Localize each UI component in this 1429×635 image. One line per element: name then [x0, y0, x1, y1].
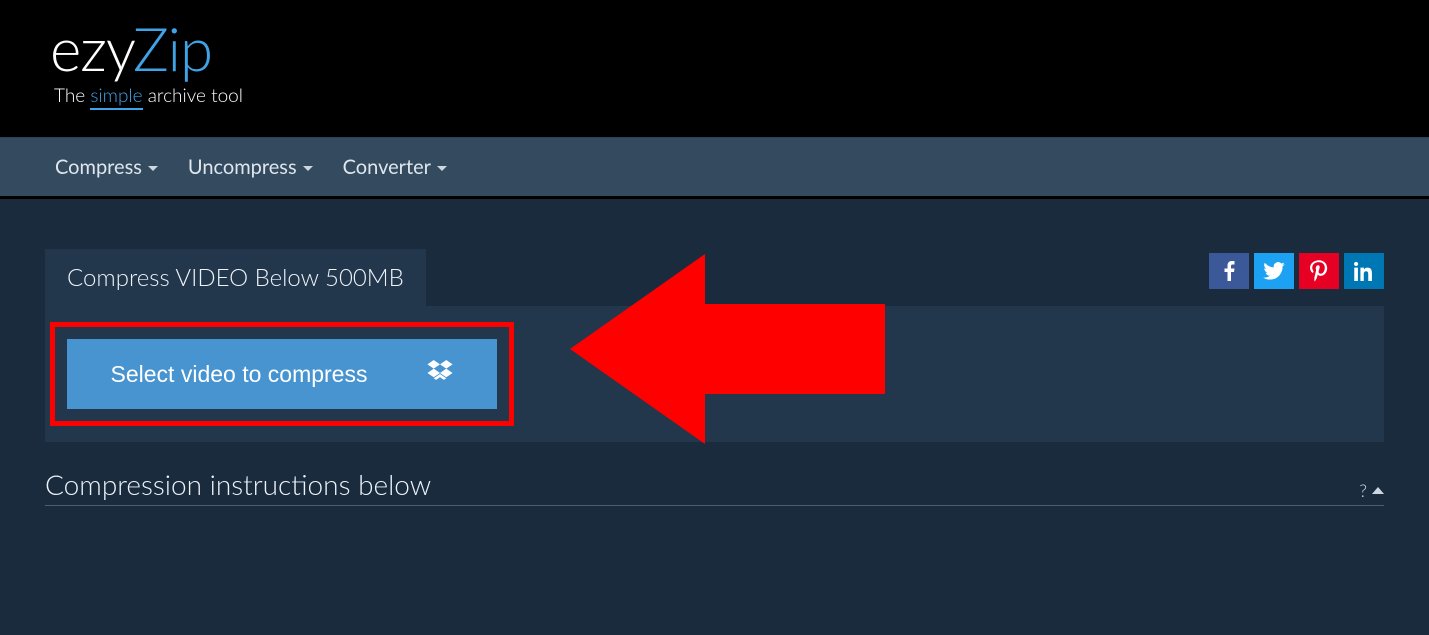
- chevron-up-icon: [1372, 487, 1384, 494]
- nav-label: Converter: [343, 155, 431, 179]
- nav-compress[interactable]: Compress: [55, 155, 158, 179]
- chevron-down-icon: [437, 166, 447, 171]
- chevron-down-icon: [148, 166, 158, 171]
- dropbox-icon: [427, 360, 453, 388]
- nav-label: Compress: [55, 155, 142, 179]
- instructions-toggle[interactable]: ?: [1359, 479, 1384, 501]
- tagline-emphasis: simple: [90, 84, 142, 110]
- share-twitter-button[interactable]: [1254, 253, 1294, 289]
- page-body: Compress VIDEO Below 500MB Select video …: [0, 199, 1429, 506]
- nav-uncompress[interactable]: Uncompress: [188, 155, 313, 179]
- instructions-header-row: Compression instructions below ?: [45, 467, 1384, 506]
- nav-converter[interactable]: Converter: [343, 155, 447, 179]
- select-video-label: Select video to compress: [111, 361, 368, 388]
- facebook-icon: [1224, 261, 1235, 281]
- help-symbol: ?: [1359, 479, 1367, 501]
- tagline-post: archive tool: [143, 84, 243, 107]
- share-facebook-button[interactable]: [1209, 253, 1249, 289]
- chevron-down-icon: [303, 166, 313, 171]
- annotation-highlight-box: Select video to compress: [50, 322, 514, 426]
- select-video-button[interactable]: Select video to compress: [67, 339, 497, 409]
- share-pinterest-button[interactable]: [1299, 253, 1339, 289]
- top-row: Compress VIDEO Below 500MB: [45, 249, 1384, 306]
- logo-part2: Zip: [133, 12, 212, 84]
- twitter-icon: [1263, 262, 1285, 280]
- navbar: Compress Uncompress Converter: [0, 137, 1429, 199]
- instructions-heading: Compression instructions below: [45, 467, 431, 501]
- header: ezyZip The simple archive tool: [0, 0, 1429, 137]
- share-buttons: [1209, 253, 1384, 289]
- share-linkedin-button[interactable]: [1344, 253, 1384, 289]
- logo-part1: ezy: [50, 12, 133, 84]
- tagline: The simple archive tool: [54, 84, 1429, 107]
- linkedin-icon: [1354, 261, 1374, 281]
- pinterest-icon: [1310, 260, 1328, 282]
- nav-label: Uncompress: [188, 155, 297, 179]
- logo[interactable]: ezyZip: [50, 18, 1429, 78]
- page-title-tab: Compress VIDEO Below 500MB: [45, 249, 426, 306]
- upload-panel: Select video to compress: [45, 306, 1384, 442]
- tagline-pre: The: [54, 84, 90, 107]
